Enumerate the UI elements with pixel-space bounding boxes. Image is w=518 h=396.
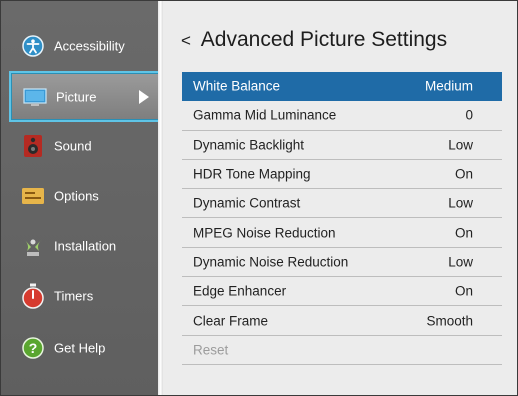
chevron-right-icon	[139, 89, 149, 104]
menu-item-label: Gamma Mid Luminance	[193, 107, 337, 123]
sidebar-item-timers[interactable]: Timers	[1, 273, 158, 319]
sidebar-item-label: Get Help	[54, 340, 106, 356]
picture-icon	[23, 85, 47, 109]
sidebar-item-label: Timers	[54, 288, 94, 304]
menu-item-mpeg-noise-reduction[interactable]: MPEG Noise Reduction On	[182, 218, 502, 248]
menu-item-label: Dynamic Noise Reduction	[193, 254, 349, 270]
sidebar-item-options[interactable]: Options	[1, 173, 158, 219]
svg-text:?: ?	[29, 340, 38, 356]
menu-item-label: Edge Enhancer	[193, 283, 287, 299]
sidebar-item-label: Picture	[56, 89, 97, 104]
menu-item-label: HDR Tone Mapping	[193, 166, 311, 182]
stopwatch-icon	[21, 283, 45, 309]
sidebar-item-accessibility[interactable]: Accessibility	[1, 23, 158, 69]
menu-item-label: Reset	[193, 342, 229, 358]
menu-item-value: Low	[448, 195, 473, 211]
menu-item-value: On	[454, 283, 473, 299]
menu-item-value: Low	[448, 137, 473, 153]
menu-item-clear-frame[interactable]: Clear Frame Smooth	[182, 306, 502, 336]
menu-item-label: Clear Frame	[193, 313, 269, 329]
menu-item-value: On	[454, 166, 473, 182]
menu-item-gamma-mid-luminance[interactable]: Gamma Mid Luminance 0	[182, 101, 502, 131]
menu-item-hdr-tone-mapping[interactable]: HDR Tone Mapping On	[182, 160, 502, 190]
menu-item-label: Dynamic Backlight	[193, 137, 305, 153]
menu-item-value: Smooth	[426, 313, 473, 329]
menu-item-dynamic-contrast[interactable]: Dynamic Contrast Low	[182, 189, 502, 219]
menu-item-white-balance[interactable]: White Balance Medium	[182, 72, 502, 102]
accessibility-icon	[21, 34, 45, 58]
satellite-dish-icon	[21, 234, 45, 258]
settings-list: White Balance Medium Gamma Mid Luminance…	[182, 72, 502, 365]
sidebar-item-label: Accessibility	[54, 38, 125, 54]
menu-item-value: On	[454, 225, 473, 241]
menu-item-dynamic-noise-reduction[interactable]: Dynamic Noise Reduction Low	[182, 248, 502, 278]
sidebar-item-picture[interactable]: Picture	[9, 71, 163, 122]
menu-item-label: MPEG Noise Reduction	[193, 225, 336, 241]
sidebar-item-get-help[interactable]: ? Get Help	[1, 325, 158, 371]
sidebar-item-sound[interactable]: Sound	[1, 123, 158, 169]
page-title: < Advanced Picture Settings	[181, 28, 447, 52]
sidebar-item-label: Installation	[54, 238, 117, 254]
menu-item-reset[interactable]: Reset	[182, 336, 502, 365]
menu-item-value: 0	[465, 107, 473, 123]
sidebar-item-installation[interactable]: Installation	[1, 223, 158, 269]
menu-item-value: Medium	[424, 78, 473, 94]
help-icon: ?	[21, 336, 45, 360]
menu-item-edge-enhancer[interactable]: Edge Enhancer On	[182, 277, 502, 307]
sidebar-item-label: Options	[54, 188, 99, 204]
sidebar: Accessibility Picture Sound Options Inst…	[1, 1, 163, 395]
menu-item-value: Low	[448, 254, 473, 270]
speaker-icon	[21, 134, 45, 158]
sidebar-item-label: Sound	[54, 138, 92, 154]
page-title-text: Advanced Picture Settings	[200, 28, 448, 51]
back-button[interactable]: <	[181, 31, 191, 50]
menu-item-dynamic-backlight[interactable]: Dynamic Backlight Low	[182, 131, 502, 160]
menu-item-label: Dynamic Contrast	[193, 195, 301, 211]
options-icon	[21, 184, 45, 208]
tv-menu-frame: Accessibility Picture Sound Options Inst…	[0, 0, 518, 396]
menu-item-label: White Balance	[193, 78, 281, 94]
